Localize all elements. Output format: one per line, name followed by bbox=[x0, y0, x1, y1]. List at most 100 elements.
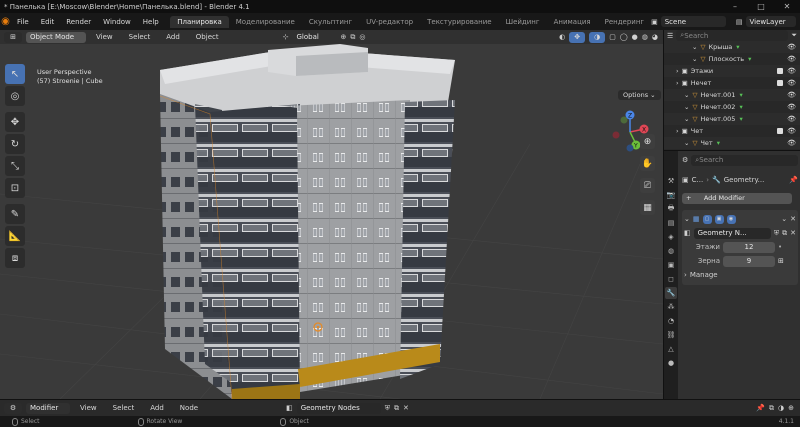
node-zoom-icon[interactable]: ⊕ bbox=[788, 404, 794, 412]
minimize-icon[interactable]: – bbox=[722, 2, 748, 11]
visibility-eye-icon[interactable]: 👁 bbox=[787, 43, 796, 51]
properties-search-input[interactable]: ⌕ Search bbox=[691, 154, 798, 166]
outliner-row[interactable]: ⌄ ▽ Нечет.002 ▾ 👁 bbox=[664, 101, 800, 113]
3d-viewport[interactable]: User Perspective (57) Stroenie | Cube Op… bbox=[0, 44, 663, 399]
data-tab-icon[interactable]: △ bbox=[665, 343, 677, 355]
camera-view-icon[interactable]: ⎚ bbox=[640, 178, 655, 193]
tool-tab-icon[interactable]: ⚒ bbox=[665, 175, 677, 187]
annotate-tool-icon[interactable]: ✎ bbox=[5, 204, 25, 224]
visibility-eye-icon[interactable]: 👁 bbox=[787, 127, 796, 135]
workspace-tab-modeling[interactable]: Моделирование bbox=[229, 16, 302, 28]
select-tool-icon[interactable]: ↖ bbox=[5, 64, 25, 84]
visibility-eye-icon[interactable]: 👁 bbox=[787, 67, 796, 75]
add-modifier-button[interactable]: + Add Modifier bbox=[682, 192, 792, 204]
expand-chevron-icon[interactable]: › bbox=[676, 79, 679, 87]
pan-view-icon[interactable]: ✋ bbox=[640, 156, 655, 171]
view-layer-selector[interactable]: ViewLayer bbox=[745, 16, 797, 27]
expand-chevron-icon[interactable]: › bbox=[676, 67, 679, 75]
manage-chevron-icon[interactable]: › bbox=[684, 271, 687, 279]
node-tree-fake-user-icon[interactable]: ⛨ bbox=[385, 404, 390, 413]
shading-wire-icon[interactable]: ◯ bbox=[620, 33, 628, 41]
workspace-tab-rendering[interactable]: Рендеринг bbox=[598, 16, 652, 28]
expand-chevron-icon[interactable]: ⌄ bbox=[684, 91, 689, 99]
node-pin-icon[interactable]: 📌 bbox=[756, 404, 765, 412]
visibility-eye-icon[interactable]: 👁 bbox=[787, 79, 796, 87]
measure-tool-icon[interactable]: 📐 bbox=[5, 226, 25, 246]
node-tree-duplicate-icon[interactable]: ⧉ bbox=[394, 404, 399, 413]
node-tree-browse-icon[interactable]: ◧ bbox=[286, 404, 293, 412]
blender-logo-icon[interactable]: ◉ bbox=[0, 13, 11, 30]
expand-chevron-icon[interactable]: ⌄ bbox=[684, 115, 689, 123]
properties-type-icon[interactable]: ⚙ bbox=[682, 156, 688, 164]
output-tab-icon[interactable]: 🖶 bbox=[665, 203, 677, 215]
exclude-checkbox[interactable] bbox=[777, 80, 784, 86]
node-snap-icon[interactable]: ⧉ bbox=[769, 404, 774, 413]
duplicate-icon[interactable]: ⧉ bbox=[782, 229, 787, 238]
maximize-icon[interactable]: □ bbox=[748, 2, 774, 11]
building-model[interactable] bbox=[159, 44, 455, 399]
ortho-toggle-icon[interactable]: ▦ bbox=[640, 200, 655, 215]
cursor-tool-icon[interactable]: ◎ bbox=[5, 86, 25, 106]
overlay-toggle-icon[interactable]: ◑ bbox=[589, 31, 606, 43]
mode-selector[interactable]: Object Mode bbox=[26, 31, 86, 43]
node-menu-add[interactable]: Add bbox=[144, 404, 170, 412]
outliner-row[interactable]: ⌄ ▽ Нечет.005 ▾ 👁 bbox=[664, 113, 800, 125]
keyframe-dot-icon[interactable]: • bbox=[778, 243, 782, 251]
shading-solid-icon[interactable]: ● bbox=[632, 33, 638, 41]
viewport-menu-view[interactable]: View bbox=[90, 33, 119, 41]
collection-tab-icon[interactable]: ▣ bbox=[665, 259, 677, 271]
node-group-field[interactable]: Geometry N... bbox=[693, 227, 771, 239]
scene-selector[interactable]: Scene bbox=[660, 16, 727, 27]
filter-icon[interactable]: ⏷ bbox=[791, 31, 797, 40]
editor-type-icon[interactable]: ⊞ bbox=[4, 31, 22, 43]
outliner-row[interactable]: ⌄ ▽ Крыша ▾ 👁 bbox=[664, 41, 800, 53]
options-dropdown[interactable]: Options ⌄ bbox=[618, 90, 661, 100]
scale-tool-icon[interactable]: ⤡ bbox=[5, 156, 25, 176]
expand-chevron-icon[interactable]: ⌄ bbox=[684, 103, 689, 111]
workspace-tab-animation[interactable]: Анимация bbox=[547, 16, 598, 28]
remove-modifier-icon[interactable]: ✕ bbox=[790, 215, 796, 223]
outliner-row[interactable]: ⌄ ▽ Плоскость ▾ 👁 bbox=[664, 53, 800, 65]
visibility-eye-icon[interactable]: 👁 bbox=[787, 115, 796, 123]
attribute-toggle-icon[interactable]: ⊞ bbox=[778, 257, 784, 265]
visibility-icon[interactable]: ◐ bbox=[559, 33, 565, 41]
proportional-edit-icon[interactable]: ◎ bbox=[359, 33, 365, 41]
expand-chevron-icon[interactable]: › bbox=[676, 127, 679, 135]
outliner-row[interactable]: ⌄ ▽ Нечет.001 ▾ 👁 bbox=[664, 89, 800, 101]
view-layer-tab-icon[interactable]: ▤ bbox=[665, 217, 677, 229]
workspace-tab-texturing[interactable]: Текстурирование bbox=[420, 16, 498, 28]
floors-input[interactable]: 12 bbox=[723, 241, 775, 253]
menu-help[interactable]: Help bbox=[137, 18, 165, 26]
physics-tab-icon[interactable]: ◔ bbox=[665, 315, 677, 327]
node-editor-mode[interactable]: Modifier bbox=[26, 402, 70, 414]
constraints-tab-icon[interactable]: ⛓ bbox=[665, 329, 677, 341]
viewport-menu-select[interactable]: Select bbox=[123, 33, 157, 41]
manage-section[interactable]: Manage bbox=[690, 271, 718, 279]
material-tab-icon[interactable]: ● bbox=[665, 357, 677, 369]
particles-tab-icon[interactable]: ⁂ bbox=[665, 301, 677, 313]
menu-edit[interactable]: Edit bbox=[35, 18, 61, 26]
outliner-row[interactable]: › ▣ Нечет 👁 bbox=[664, 77, 800, 89]
render-tab-icon[interactable]: 📷 bbox=[665, 189, 677, 201]
close-icon[interactable]: ✕ bbox=[774, 2, 800, 11]
viewport-menu-add[interactable]: Add bbox=[160, 33, 186, 41]
workspace-tab-sculpting[interactable]: Скульптинг bbox=[302, 16, 359, 28]
node-menu-node[interactable]: Node bbox=[174, 404, 204, 412]
modifier-menu-icon[interactable]: ⌄ bbox=[781, 215, 787, 223]
object-tab-icon[interactable]: ◻ bbox=[665, 273, 677, 285]
exclude-checkbox[interactable] bbox=[777, 68, 784, 74]
outliner-row[interactable]: › ▣ Чет 👁 bbox=[664, 125, 800, 137]
node-overlay-icon[interactable]: ◑ bbox=[778, 404, 784, 412]
snap-icon[interactable]: ⧉ bbox=[350, 33, 355, 42]
add-cube-tool-icon[interactable]: ⧈ bbox=[5, 248, 25, 268]
node-tree-field[interactable]: Geometry Nodes bbox=[296, 402, 381, 414]
visibility-eye-icon[interactable]: 👁 bbox=[787, 139, 796, 147]
seed-input[interactable]: 9 bbox=[723, 255, 775, 267]
fake-user-icon[interactable]: ⛨ bbox=[774, 229, 779, 238]
outliner-type-icon[interactable]: ☰ bbox=[667, 32, 673, 40]
visibility-eye-icon[interactable]: 👁 bbox=[787, 55, 796, 63]
expand-chevron-icon[interactable]: ⌄ bbox=[684, 139, 689, 147]
expand-chevron-icon[interactable]: ⌄ bbox=[692, 43, 697, 51]
xray-icon[interactable]: ▢ bbox=[609, 33, 616, 41]
render-toggle-icon[interactable]: ◉ bbox=[726, 214, 736, 224]
